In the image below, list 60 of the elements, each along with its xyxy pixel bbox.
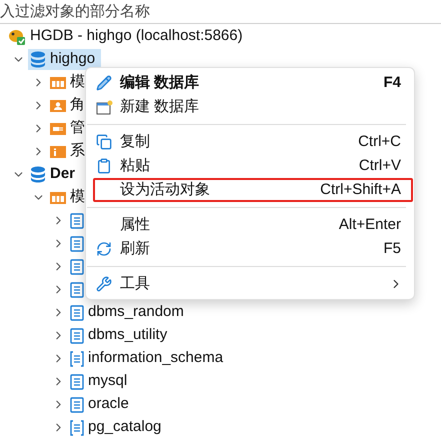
copy-icon	[96, 134, 112, 150]
user-folder-icon	[50, 98, 66, 112]
shortcut-label: Alt+Enter	[338, 214, 402, 235]
tree-item[interactable]: dbms_random	[68, 302, 190, 323]
tree-item[interactable]: mysql	[68, 371, 134, 392]
tree-item-label: mysql	[88, 371, 128, 392]
menu-item[interactable]: 设为活动对象 Ctrl+Shift+A	[93, 178, 413, 202]
document-icon	[70, 374, 84, 390]
tree-item-label: 模	[70, 187, 85, 208]
menu-item[interactable]: 工具	[86, 272, 413, 296]
refresh-icon	[96, 241, 112, 257]
tree-item[interactable]: pg_catalog	[68, 417, 168, 438]
menu-item-label: 设为活动对象	[120, 180, 210, 200]
clipboard-icon	[96, 158, 112, 174]
new-window-icon	[96, 100, 112, 114]
tree-item[interactable]: information_schema	[68, 348, 230, 369]
shortcut-label: Ctrl+V	[358, 156, 402, 176]
plug-folder-icon	[50, 122, 66, 136]
menu-item[interactable]: 刷新 F5	[86, 237, 413, 261]
tree-item-label: dbms_random	[88, 302, 184, 322]
tree-item-label: Der	[50, 164, 76, 184]
menu-item-label: 属性	[120, 214, 150, 235]
document-icon	[70, 304, 84, 320]
shortcut-label: Ctrl+Shift+A	[320, 180, 402, 200]
tree-item-label: oracle	[88, 394, 129, 414]
menu-item-label: 刷新	[120, 238, 150, 259]
pencil-icon	[96, 75, 112, 91]
tree-item-label: 模	[70, 72, 85, 92]
tree-item[interactable]: 模	[48, 187, 91, 208]
info-folder-icon	[50, 144, 66, 158]
document-icon	[70, 396, 84, 412]
tree-item-label: pg_catalog	[88, 417, 162, 438]
list-icon	[70, 350, 84, 366]
tree-item[interactable]: dbms_utility	[68, 325, 174, 346]
document-icon	[70, 328, 84, 344]
tree-item[interactable]: oracle	[68, 394, 135, 415]
menu-item-label: 新建 数据库	[120, 96, 200, 117]
table-folder-icon	[50, 190, 66, 204]
tree-item-label: 角	[70, 95, 85, 116]
tree-item-label: information_schema	[88, 348, 224, 368]
menu-item[interactable]: 属性 Alt+Enter	[86, 213, 413, 237]
menu-item-label: 复制	[120, 132, 150, 152]
shortcut-label: F4	[383, 72, 402, 93]
tree-item[interactable]: highgo	[28, 49, 102, 70]
tree-item-label: 系	[70, 141, 85, 162]
tree-item-label: 管	[70, 118, 85, 138]
menu-item-label: 工具	[120, 274, 150, 294]
database-icon	[30, 51, 46, 68]
list-icon	[70, 420, 84, 436]
tree-item-label: highgo	[50, 49, 96, 70]
tree-item-label: dbms_utility	[88, 325, 168, 346]
menu-item-label: 粘贴	[120, 156, 150, 176]
table-folder-icon	[50, 76, 66, 90]
shortcut-label: F5	[383, 238, 402, 259]
filter-field[interactable]: 入过滤对象的部分名称	[0, 0, 441, 23]
wrench-icon	[96, 276, 112, 292]
shortcut-label: Ctrl+C	[358, 132, 402, 152]
database-icon	[30, 166, 46, 183]
menu-item-label: 编辑 数据库	[120, 72, 200, 93]
tree-item[interactable]: Der	[28, 164, 82, 185]
